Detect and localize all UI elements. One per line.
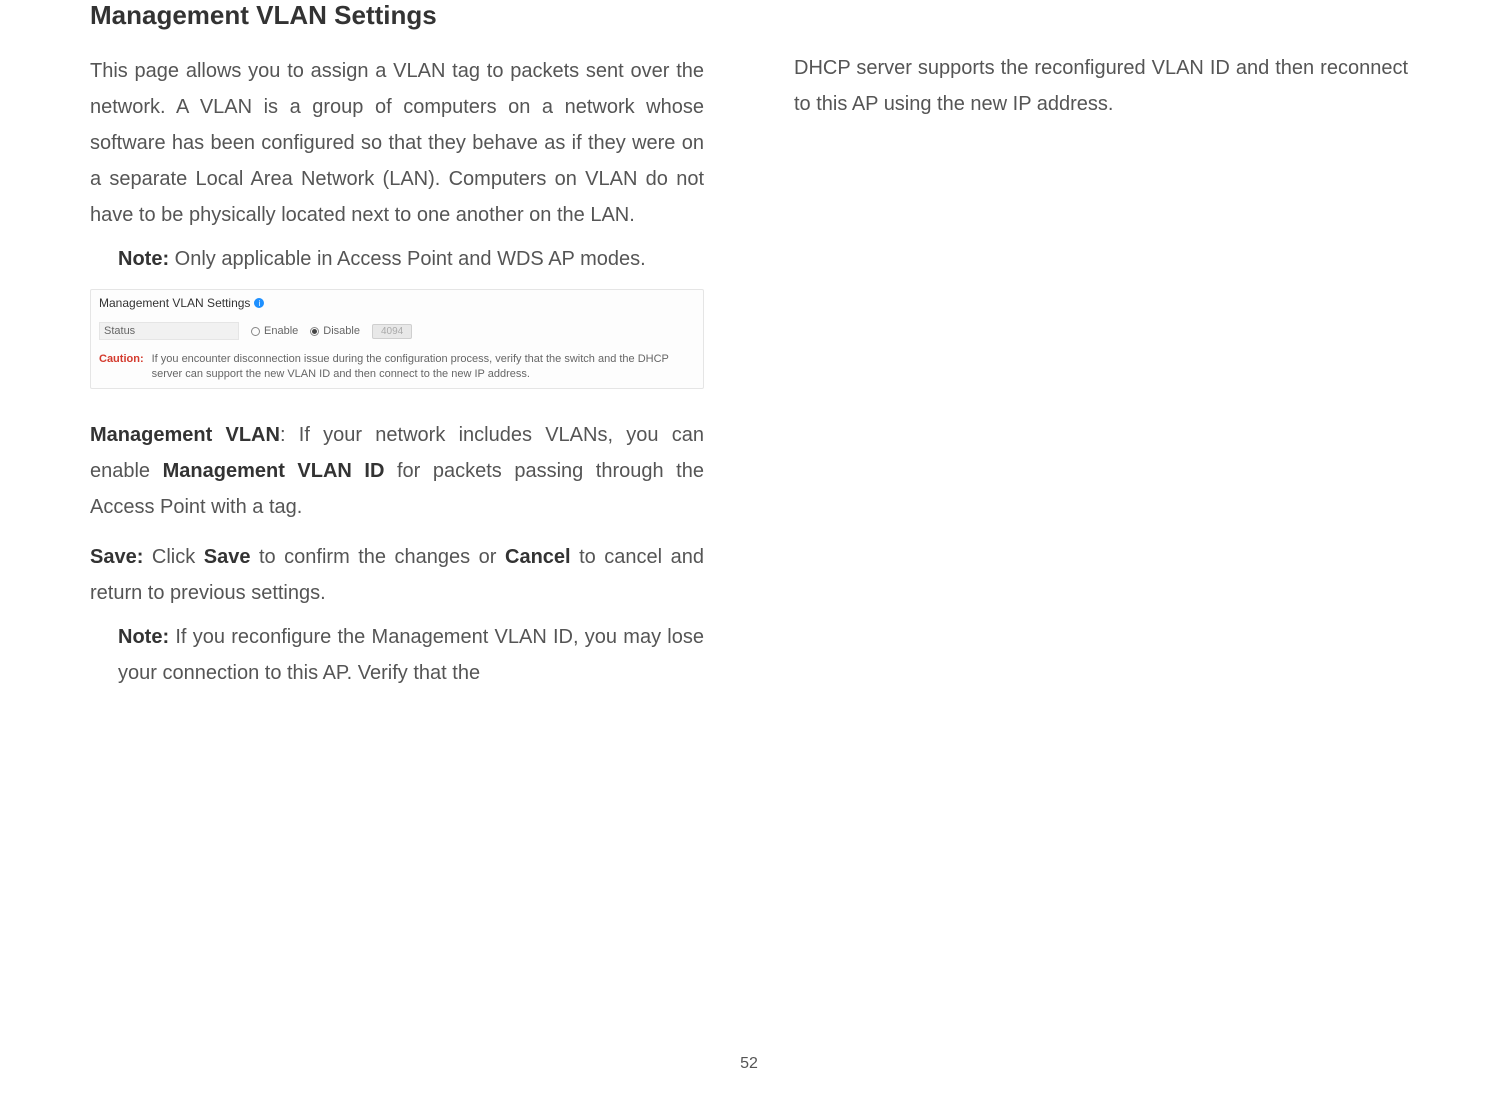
radio-enable[interactable]: [251, 327, 260, 336]
vlan-id-input[interactable]: 4094: [372, 324, 412, 339]
intro-paragraph: This page allows you to assign a VLAN ta…: [90, 53, 704, 233]
radio-disable-group[interactable]: Disable: [310, 325, 360, 337]
status-label: Status: [99, 322, 239, 340]
enable-label: Enable: [264, 325, 298, 337]
note-label: Note:: [118, 248, 169, 270]
caution-label: Caution:: [99, 352, 144, 382]
save-label: Save:: [90, 546, 143, 568]
right-continuation: DHCP server supports the reconfigured VL…: [794, 50, 1408, 122]
page-title: Management VLAN Settings: [90, 0, 704, 31]
save-paragraph: Save: Click Save to confirm the changes …: [90, 539, 704, 611]
note2-text: If you reconfigure the Management VLAN I…: [118, 626, 704, 684]
caution-text: If you encounter disconnection issue dur…: [152, 352, 695, 382]
save-text: Click: [143, 546, 203, 568]
save-text2: to confirm the changes or: [250, 546, 505, 568]
note-reconfigure: Note: If you reconfigure the Management …: [90, 619, 704, 691]
status-row: Status Enable Disable 4094: [99, 318, 695, 344]
right-column: DHCP server supports the reconfigured VL…: [794, 0, 1408, 703]
disable-label: Disable: [323, 325, 360, 337]
mvlan-label: Management VLAN: [90, 424, 280, 446]
radio-disable[interactable]: [310, 327, 319, 336]
radio-enable-group[interactable]: Enable: [251, 325, 298, 337]
note2-label: Note:: [118, 626, 169, 648]
screenshot-title: Management VLAN Settings i: [99, 296, 695, 310]
vlan-settings-screenshot: Management VLAN Settings i Status Enable…: [90, 289, 704, 389]
screenshot-title-text: Management VLAN Settings: [99, 296, 250, 310]
note-applicable: Note: Only applicable in Access Point an…: [90, 241, 704, 277]
caution-row: Caution: If you encounter disconnection …: [99, 352, 695, 382]
cancel-bold: Cancel: [505, 546, 571, 568]
mvlan-id-label: Management VLAN ID: [163, 460, 385, 482]
note-text: Only applicable in Access Point and WDS …: [169, 248, 646, 270]
save-bold: Save: [204, 546, 251, 568]
page-number: 52: [740, 1055, 758, 1073]
left-column: Management VLAN Settings This page allow…: [90, 0, 704, 703]
mvlan-paragraph: Management VLAN: If your network include…: [90, 417, 704, 525]
info-icon: i: [254, 298, 264, 308]
